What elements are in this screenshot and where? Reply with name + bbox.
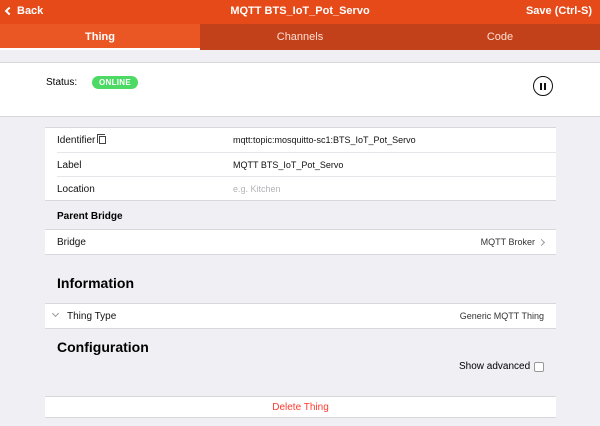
label-field-label: Label bbox=[57, 160, 82, 171]
status-card: Status: ONLINE bbox=[0, 62, 600, 117]
save-button[interactable]: Save (Ctrl-S) bbox=[526, 5, 592, 17]
show-advanced-toggle[interactable]: Show advanced bbox=[459, 361, 545, 372]
page-title-wrap: MQTT BTS_IoT_Pot_Servo bbox=[0, 5, 600, 17]
bridge-label: Bridge bbox=[57, 237, 86, 248]
show-advanced-checkbox[interactable] bbox=[534, 361, 545, 372]
label-row: Label MQTT BTS_IoT_Pot_Servo bbox=[57, 152, 556, 176]
status-badge: ONLINE bbox=[92, 76, 139, 89]
chevron-left-icon bbox=[4, 6, 14, 16]
copy-icon[interactable] bbox=[97, 134, 107, 144]
configuration-heading: Configuration bbox=[57, 339, 149, 355]
thing-details-list: Identifier mqtt:topic:mosquitto-sc1:BTS_… bbox=[45, 127, 556, 201]
bridge-row[interactable]: Bridge MQTT Broker bbox=[45, 230, 556, 254]
chevron-down-icon bbox=[51, 309, 60, 318]
back-label: Back bbox=[17, 5, 44, 17]
identifier-label: Identifier bbox=[57, 135, 96, 146]
tab-channels[interactable]: Channels bbox=[200, 24, 400, 50]
location-field-label: Location bbox=[57, 184, 95, 195]
thing-type-row[interactable]: Thing Type Generic MQTT Thing bbox=[45, 304, 556, 328]
identifier-row: Identifier mqtt:topic:mosquitto-sc1:BTS_… bbox=[45, 128, 556, 152]
tab-thing[interactable]: Thing bbox=[0, 24, 200, 50]
pause-icon bbox=[540, 82, 542, 90]
chevron-right-icon bbox=[537, 238, 546, 246]
information-list: Thing Type Generic MQTT Thing bbox=[45, 303, 556, 329]
delete-thing-button[interactable]: Delete Thing bbox=[45, 396, 556, 418]
parent-bridge-heading: Parent Bridge bbox=[57, 211, 123, 222]
tab-bar: Thing Channels Code bbox=[0, 24, 600, 50]
thing-type-value: Generic MQTT Thing bbox=[459, 311, 544, 321]
page-title: MQTT BTS_IoT_Pot_Servo bbox=[230, 5, 370, 17]
tab-code[interactable]: Code bbox=[400, 24, 600, 50]
active-tab-indicator bbox=[0, 48, 200, 50]
information-heading: Information bbox=[57, 275, 134, 291]
location-input[interactable]: e.g. Kitchen bbox=[233, 184, 281, 194]
location-row: Location e.g. Kitchen bbox=[57, 176, 556, 200]
back-button[interactable]: Back bbox=[4, 5, 44, 17]
pause-button[interactable] bbox=[533, 76, 553, 96]
label-input[interactable]: MQTT BTS_IoT_Pot_Servo bbox=[233, 160, 343, 170]
bridge-list: Bridge MQTT Broker bbox=[45, 229, 556, 255]
status-label: Status: bbox=[46, 77, 78, 88]
identifier-value: mqtt:topic:mosquitto-sc1:BTS_IoT_Pot_Ser… bbox=[233, 135, 416, 145]
thing-type-label: Thing Type bbox=[67, 311, 117, 322]
show-advanced-label: Show advanced bbox=[459, 361, 531, 372]
top-navbar: Back MQTT BTS_IoT_Pot_Servo Save (Ctrl-S… bbox=[0, 0, 600, 24]
bridge-value: MQTT Broker bbox=[480, 237, 535, 247]
